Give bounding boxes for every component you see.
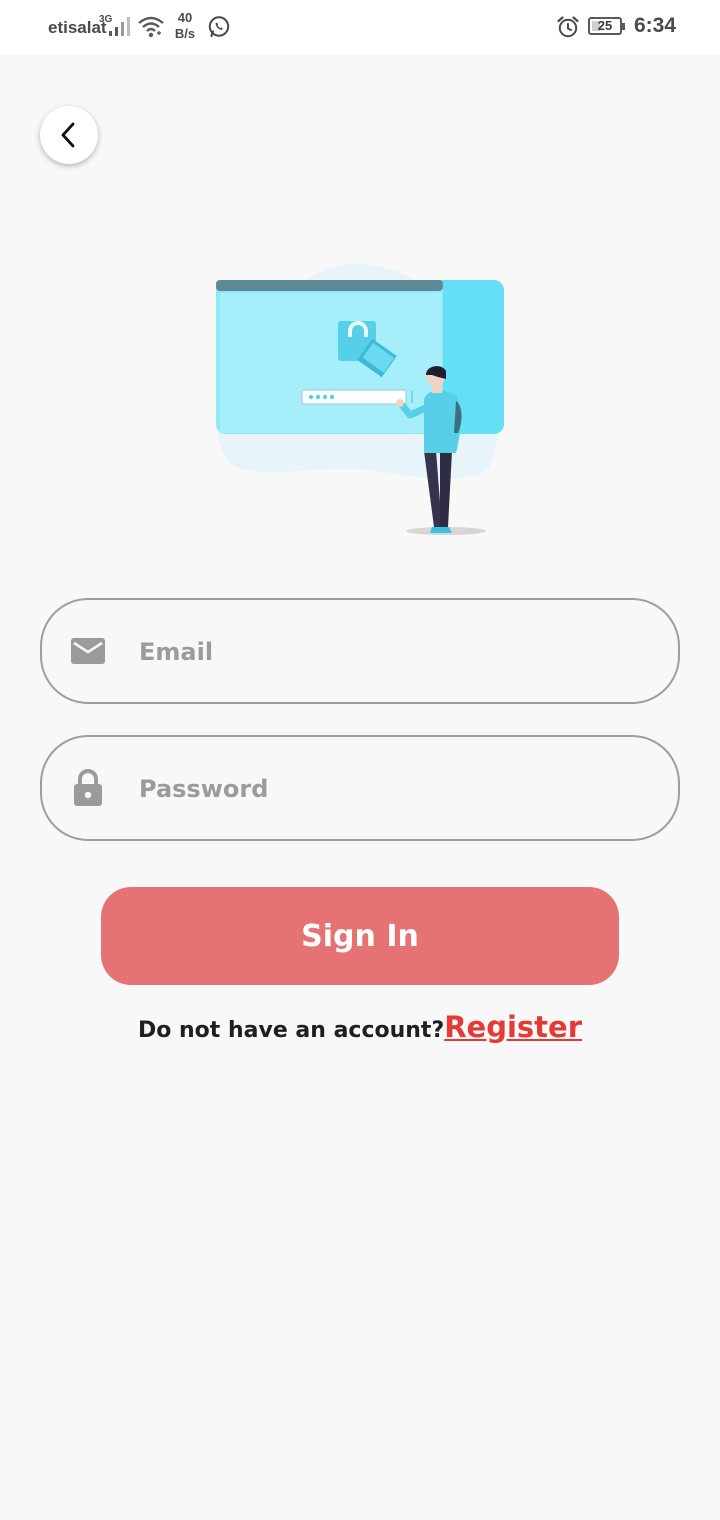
password-input[interactable] bbox=[137, 737, 658, 841]
password-field[interactable] bbox=[40, 735, 680, 841]
sign-in-label: Sign In bbox=[301, 918, 419, 954]
lock-icon bbox=[74, 769, 102, 806]
chevron-left-icon bbox=[61, 122, 75, 148]
wifi-icon bbox=[138, 16, 164, 38]
envelope-icon bbox=[71, 638, 105, 664]
login-illustration bbox=[216, 263, 504, 535]
register-row: Do not have an account? Register bbox=[0, 1010, 720, 1044]
network-speed-unit: B/s bbox=[174, 26, 196, 41]
network-speed: 40 B/s bbox=[172, 10, 198, 42]
register-link[interactable]: Register bbox=[444, 1010, 582, 1044]
signal-icon bbox=[109, 17, 130, 36]
carrier-label: etisalat bbox=[48, 18, 107, 37]
register-prompt: Do not have an account? bbox=[137, 1018, 445, 1043]
battery-level: 25 bbox=[597, 18, 613, 33]
alarm-icon bbox=[557, 16, 579, 38]
email-field[interactable] bbox=[40, 598, 680, 704]
status-time: 6:34 bbox=[634, 14, 677, 37]
sign-in-button[interactable]: Sign In bbox=[101, 887, 619, 985]
back-button[interactable] bbox=[40, 106, 98, 164]
network-speed-value: 40 bbox=[177, 10, 193, 25]
email-input[interactable] bbox=[137, 600, 658, 704]
battery-icon: 25 bbox=[588, 17, 625, 35]
status-bar: etisalat 3G 40 B/s 25 6:34 bbox=[0, 0, 720, 54]
whatsapp-icon bbox=[208, 16, 230, 38]
